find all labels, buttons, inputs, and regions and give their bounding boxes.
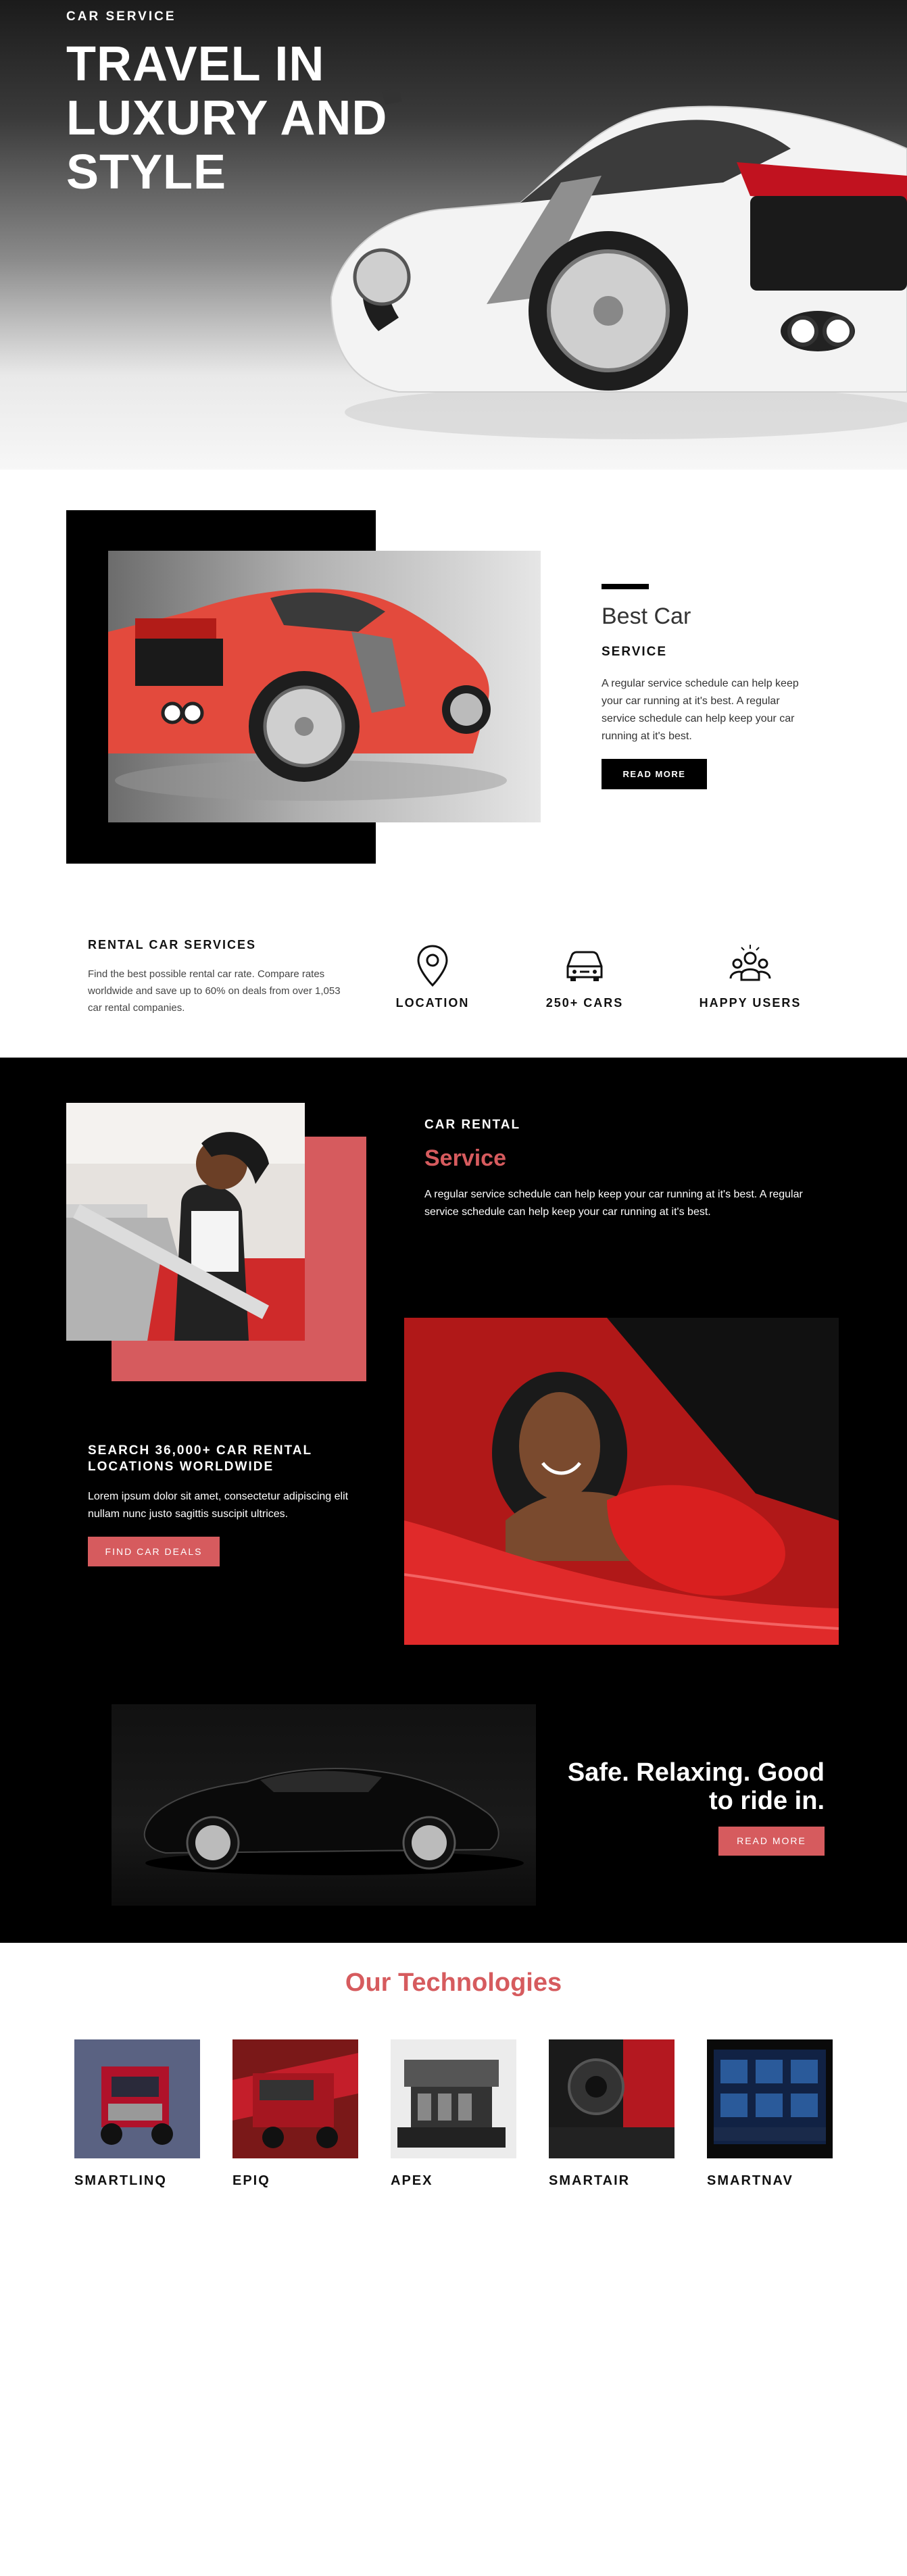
best-car-subtitle: SERVICE [602, 645, 668, 659]
feature-users: HAPPY USERS [696, 942, 804, 1010]
air-system-image [549, 2039, 675, 2158]
location-pin-icon [409, 942, 456, 989]
happy-users-icon [727, 942, 774, 989]
best-car-text: A regular service schedule can help keep… [602, 678, 799, 742]
tech-label: SMARTNAV [707, 2173, 793, 2188]
hero-section: CAR SERVICE TRAVEL IN LUXURY AND STYLE [0, 0, 907, 470]
hero-eyebrow: CAR SERVICE [66, 9, 176, 24]
car-rental-eyebrow: CAR RENTAL [424, 1118, 521, 1132]
page: CAR SERVICE TRAVEL IN LUXURY AND STYLE B… [0, 0, 907, 2576]
feature-cars: 250+ CARS [537, 942, 632, 1010]
read-more-button[interactable]: READ MORE [602, 759, 707, 789]
engine-image [391, 2039, 516, 2158]
find-car-deals-button[interactable]: FIND CAR DEALS [88, 1537, 220, 1566]
rental-title: RENTAL CAR SERVICES [88, 938, 257, 951]
search-title: SEARCH 36,000+ CAR RENTAL LOCATIONS WORL… [88, 1443, 312, 1474]
feature-label: 250+ CARS [545, 996, 624, 1010]
feature-label: HAPPY USERS [699, 996, 802, 1010]
truck-image [74, 2039, 200, 2158]
safe-relaxing-title: Safe. Relaxing. Good to ride in. [567, 1758, 825, 1815]
car-rental-text: A regular service schedule can help keep… [424, 1189, 803, 1218]
rental-text: Find the best possible rental car rate. … [88, 968, 341, 1014]
tech-item-smartlinq[interactable]: SMARTLINQ [74, 2039, 200, 2189]
feature-label: LOCATION [395, 996, 470, 1010]
hero-car-image [330, 88, 907, 439]
car-rental-title: Service [424, 1145, 506, 1171]
car-front-icon [561, 942, 608, 989]
feature-location: LOCATION [385, 942, 480, 1010]
accent-bar [602, 584, 649, 589]
red-car-image [108, 551, 541, 822]
tech-label: SMARTLINQ [74, 2173, 167, 2188]
tech-item-epiq[interactable]: EPIQ [232, 2039, 358, 2189]
navigation-screen-image [707, 2039, 833, 2158]
woman-in-car-photo [66, 1103, 305, 1341]
best-car-title: Best Car [602, 603, 691, 629]
tech-item-smartair[interactable]: SMARTAIR [549, 2039, 675, 2189]
tech-item-smartnav[interactable]: SMARTNAV [707, 2039, 833, 2189]
read-more-button[interactable]: READ MORE [718, 1827, 825, 1856]
truck-image [232, 2039, 358, 2158]
tech-label: SMARTAIR [549, 2173, 631, 2188]
tech-label: EPIQ [232, 2173, 270, 2188]
tech-label: APEX [391, 2173, 433, 2188]
technologies-title: Our Technologies [345, 1968, 562, 1997]
search-text: Lorem ipsum dolor sit amet, consectetur … [88, 1491, 349, 1520]
black-car-image [112, 1704, 536, 1906]
woman-red-car-photo [404, 1318, 839, 1645]
tech-item-apex[interactable]: APEX [391, 2039, 516, 2189]
